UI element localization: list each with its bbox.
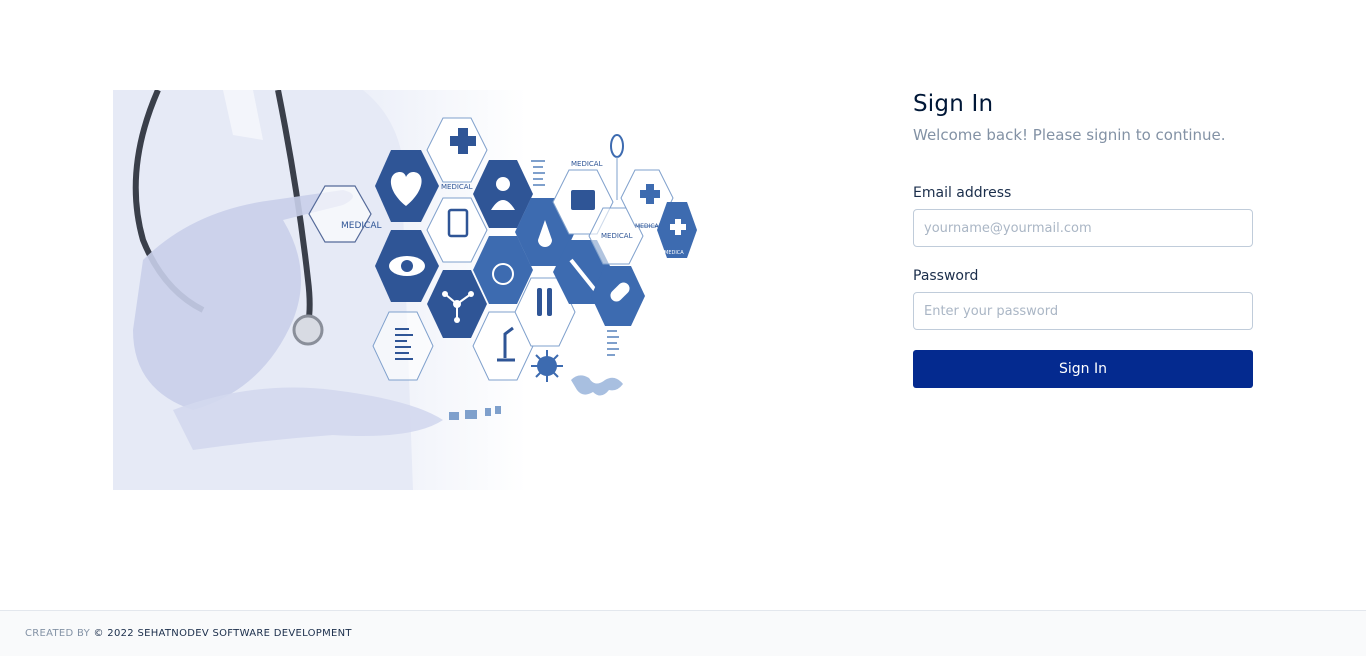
email-label: Email address: [913, 185, 1012, 201]
svg-text:MEDICAL: MEDICAL: [601, 232, 633, 240]
footer-credit: CREATED BY © 2022 SEHATNODEV SOFTWARE DE…: [25, 628, 352, 639]
signin-panel: Sign In Welcome back! Please signin to c…: [913, 88, 1253, 388]
medkit-icon: [571, 190, 595, 210]
svg-text:MEDICAL: MEDICAL: [571, 160, 603, 168]
password-label: Password: [913, 268, 979, 284]
signin-subtitle: Welcome back! Please signin to continue.: [913, 126, 1226, 144]
signin-button[interactable]: Sign In: [913, 350, 1253, 388]
test-tube-icon: [537, 288, 542, 316]
footer-created-by: CREATED BY: [25, 628, 91, 639]
svg-text:MEDICAL: MEDICAL: [341, 221, 382, 231]
signin-title: Sign In: [913, 91, 994, 117]
footer-company: © 2022 SEHATNODEV SOFTWARE DEVELOPMENT: [93, 628, 352, 639]
svg-text:MEDICAL: MEDICAL: [441, 183, 473, 191]
medical-hexagon-illustration: MEDICAL MEDICAL MEDICAL MEDICAL MEDICAL …: [113, 90, 703, 490]
svg-text:MEDICA: MEDICA: [664, 250, 684, 256]
password-field[interactable]: [913, 292, 1253, 330]
footer: CREATED BY © 2022 SEHATNODEV SOFTWARE DE…: [0, 610, 1366, 656]
person-icon: [496, 177, 510, 191]
email-field[interactable]: [913, 209, 1253, 247]
hero-illustration: MEDICAL MEDICAL MEDICAL MEDICAL MEDICAL …: [113, 90, 703, 490]
